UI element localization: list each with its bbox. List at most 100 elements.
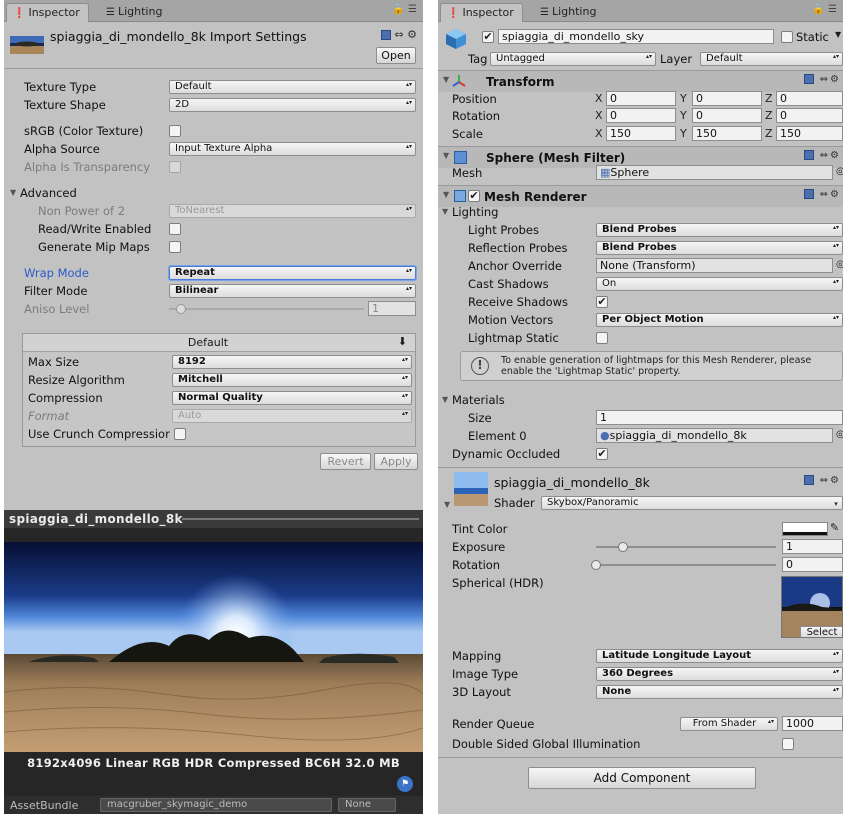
material-foldout-arrow-icon[interactable]: ▼	[444, 500, 450, 509]
dynamic-occluded-checkbox[interactable]: ✔	[596, 448, 608, 460]
compression-dropdown[interactable]: Normal Quality	[172, 391, 412, 405]
select-texture-button[interactable]: Select	[800, 626, 842, 637]
tab-lighting[interactable]: ☰ Lighting	[534, 3, 604, 22]
exposure-field[interactable]: 1	[782, 539, 843, 554]
double-sided-gi-checkbox[interactable]	[782, 738, 794, 750]
object-picker-icon[interactable]: ◎	[836, 259, 843, 270]
asset-tag-icon[interactable]: ⚑	[397, 776, 413, 792]
mesh-renderer-enabled-checkbox[interactable]: ✔	[468, 190, 480, 202]
object-picker-icon[interactable]: ◎	[836, 166, 843, 177]
menu-icon[interactable]: ☰	[408, 4, 417, 15]
gear-icon[interactable]: ⚙	[407, 28, 417, 41]
rotation-x-field[interactable]: 0	[606, 108, 676, 123]
gameobject-name-field[interactable]: spiaggia_di_mondello_sky	[498, 29, 774, 44]
rotation-slider-track[interactable]	[596, 564, 776, 566]
gameobject-active-checkbox[interactable]: ✔	[482, 31, 494, 43]
lighting-foldout-arrow-icon[interactable]: ▼	[442, 207, 448, 216]
receive-shadows-checkbox[interactable]: ✔	[596, 296, 608, 308]
gear-icon[interactable]: ⚙	[830, 475, 841, 486]
advanced-row[interactable]: ▼ Advanced	[4, 184, 423, 202]
book-help-icon[interactable]	[380, 30, 391, 40]
mipmaps-checkbox[interactable]	[169, 241, 181, 253]
transform-foldout-arrow-icon[interactable]: ▼	[443, 75, 449, 84]
download-icon[interactable]: ⬇	[398, 335, 407, 348]
book-help-icon[interactable]	[804, 74, 815, 84]
object-picker-icon[interactable]: ◎	[836, 429, 843, 440]
eyedropper-icon[interactable]: ✎	[830, 521, 839, 534]
gear-icon[interactable]: ⚙	[830, 189, 841, 200]
motion-vectors-dropdown[interactable]: Per Object Motion	[596, 313, 843, 327]
materials-foldout-row[interactable]: ▼ Materials	[438, 391, 843, 409]
filter-mode-dropdown[interactable]: Bilinear	[169, 284, 416, 298]
materials-size-field[interactable]: 1	[596, 410, 843, 425]
preset-icon[interactable]: ⇔	[820, 189, 830, 200]
book-help-icon[interactable]	[804, 150, 815, 160]
book-help-icon[interactable]	[804, 189, 815, 199]
exposure-slider-knob[interactable]	[618, 542, 628, 552]
tab-inspector[interactable]: ❗ Inspector	[6, 3, 89, 22]
preview-drag-handle[interactable]	[182, 518, 419, 520]
tag-dropdown[interactable]: Untagged	[490, 52, 656, 66]
tint-color-swatch[interactable]	[782, 522, 828, 536]
crunch-checkbox[interactable]	[174, 428, 186, 440]
tab-options[interactable]: 🔒 ☰	[812, 4, 837, 15]
tab-inspector[interactable]: ❗ Inspector	[440, 3, 523, 22]
position-y-field[interactable]: 0	[692, 91, 762, 106]
lock-icon[interactable]: 🔒	[812, 4, 824, 15]
rotation-slider-knob[interactable]	[591, 560, 601, 570]
lock-icon[interactable]: 🔒	[392, 4, 404, 15]
rotation-z-field[interactable]: 0	[776, 108, 843, 123]
static-checkbox[interactable]	[781, 31, 793, 43]
materials-foldout-arrow-icon[interactable]: ▼	[442, 395, 448, 404]
revert-button[interactable]: Revert	[320, 453, 371, 470]
position-x-field[interactable]: 0	[606, 91, 676, 106]
add-component-button[interactable]: Add Component	[528, 767, 756, 789]
lighting-label[interactable]: Lighting	[452, 205, 498, 219]
read-write-checkbox[interactable]	[169, 223, 181, 235]
rotation-y-field[interactable]: 0	[692, 108, 762, 123]
reflection-probes-dropdown[interactable]: Blend Probes	[596, 241, 843, 255]
materials-label[interactable]: Materials	[452, 393, 505, 407]
mesh-filter-foldout-arrow-icon[interactable]: ▼	[443, 151, 449, 160]
image-type-dropdown[interactable]: 360 Degrees	[596, 667, 843, 681]
asset-bundle-variant-dropdown[interactable]: None	[338, 798, 396, 812]
preset-icon[interactable]: ⇔	[820, 475, 830, 486]
texture-type-dropdown[interactable]: Default	[169, 80, 416, 94]
mapping-dropdown[interactable]: Latitude Longitude Layout	[596, 649, 843, 663]
element0-object-field[interactable]: ●spiaggia_di_mondello_8k	[596, 428, 833, 443]
texture-shape-dropdown[interactable]: 2D	[169, 98, 416, 112]
spherical-texture-slot[interactable]: Select	[781, 576, 843, 638]
menu-icon[interactable]: ☰	[828, 4, 837, 15]
layer-dropdown[interactable]: Default	[700, 52, 843, 66]
book-help-icon[interactable]	[804, 475, 815, 485]
static-dropdown-arrow-icon[interactable]: ▼	[835, 30, 841, 39]
open-button[interactable]: Open	[376, 47, 416, 64]
transform-header[interactable]: ▼ Transform ⇔⚙	[438, 70, 843, 92]
lightmap-static-checkbox[interactable]	[596, 332, 608, 344]
resize-algorithm-dropdown[interactable]: Mitchell	[172, 373, 412, 387]
apply-button[interactable]: Apply	[374, 453, 418, 470]
wrap-mode-dropdown[interactable]: Repeat	[169, 266, 416, 280]
asset-bundle-dropdown[interactable]: macgruber_skymagic_demo	[100, 798, 332, 812]
tab-lighting[interactable]: ☰ Lighting	[100, 3, 170, 22]
render-queue-mode-dropdown[interactable]: From Shader	[680, 717, 778, 731]
cast-shadows-dropdown[interactable]: On	[596, 277, 843, 291]
preset-icon[interactable]: ⇔	[820, 150, 830, 161]
gear-icon[interactable]: ⚙	[830, 150, 841, 161]
gear-icon[interactable]: ⚙	[830, 74, 841, 85]
max-size-dropdown[interactable]: 8192	[172, 355, 412, 369]
scale-x-field[interactable]: 150	[606, 126, 676, 141]
mesh-renderer-foldout-arrow-icon[interactable]: ▼	[443, 190, 449, 199]
advanced-label[interactable]: Advanced	[20, 186, 77, 200]
srgb-checkbox[interactable]	[169, 125, 181, 137]
preset-icon[interactable]: ⇔	[394, 28, 403, 41]
shader-dropdown[interactable]: Skybox/Panoramic	[541, 496, 843, 510]
mesh-object-field[interactable]: ▦Sphere	[596, 165, 833, 180]
position-z-field[interactable]: 0	[776, 91, 843, 106]
scale-z-field[interactable]: 150	[776, 126, 843, 141]
platform-tab-default[interactable]: Default	[23, 336, 393, 349]
tab-options[interactable]: 🔒 ☰	[392, 4, 417, 15]
preset-icon[interactable]: ⇔	[820, 74, 830, 85]
alpha-source-dropdown[interactable]: Input Texture Alpha	[169, 142, 416, 156]
advanced-foldout-arrow-icon[interactable]: ▼	[10, 188, 16, 197]
